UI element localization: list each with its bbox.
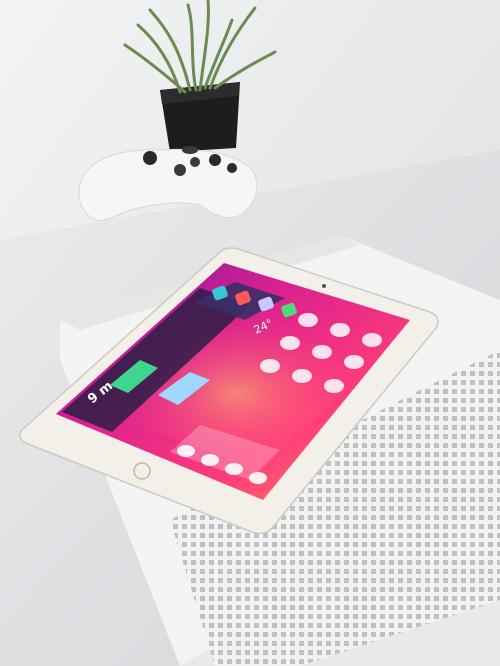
- photo-scene: 24° 9 m: [0, 0, 500, 666]
- app-icon[interactable]: [330, 323, 350, 337]
- app-icon[interactable]: [280, 336, 300, 350]
- app-icon[interactable]: [324, 379, 344, 393]
- app-icon[interactable]: [312, 345, 332, 359]
- app-icon[interactable]: [344, 355, 364, 369]
- app-icon[interactable]: [260, 359, 280, 373]
- app-icon[interactable]: [292, 369, 312, 383]
- dock-app-icon[interactable]: [177, 445, 195, 457]
- dock-app-icon[interactable]: [225, 463, 243, 475]
- app-icon[interactable]: [298, 313, 318, 327]
- dock-app-icon[interactable]: [201, 454, 219, 466]
- front-camera-icon: [322, 284, 326, 288]
- app-icon[interactable]: [362, 333, 382, 347]
- dock-app-icon[interactable]: [249, 472, 267, 484]
- home-button[interactable]: [133, 462, 151, 480]
